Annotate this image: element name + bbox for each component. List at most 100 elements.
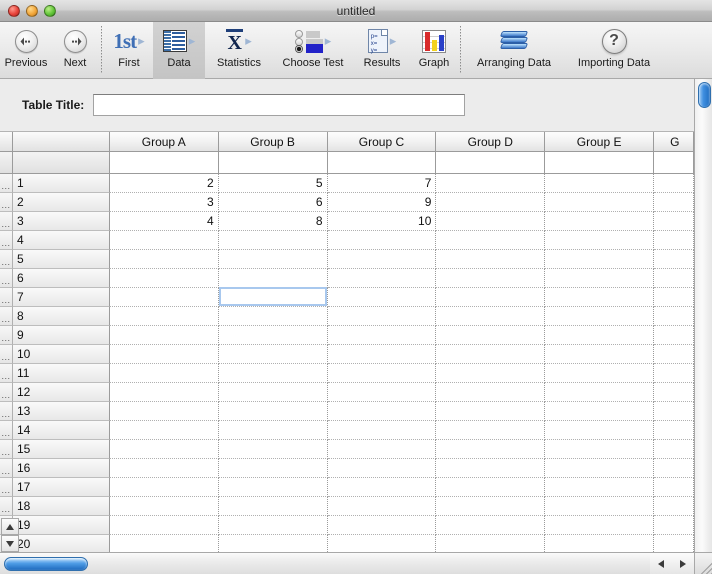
column-header-a[interactable]: Group A xyxy=(110,132,219,152)
cell-r7-cgroup-a[interactable] xyxy=(110,288,219,307)
column-header-d[interactable]: Group D xyxy=(436,132,545,152)
cell-r19-cgroup-e[interactable] xyxy=(545,516,654,535)
table-row[interactable]: ...9 xyxy=(0,326,694,345)
cell-r8-cgroup-a[interactable] xyxy=(110,307,219,326)
row-marker[interactable]: ... xyxy=(0,364,13,383)
row-marker[interactable]: ... xyxy=(0,269,13,288)
cell-r15-cgroup-b[interactable] xyxy=(219,440,328,459)
cell-r9-cg[interactable] xyxy=(654,326,694,345)
table-title-input[interactable] xyxy=(93,94,465,116)
cell-r11-cgroup-b[interactable] xyxy=(219,364,328,383)
cell-r3-cgroup-e[interactable] xyxy=(545,212,654,231)
cell-r8-cgroup-b[interactable] xyxy=(219,307,328,326)
cell-r13-cgroup-c[interactable] xyxy=(328,402,437,421)
cell-r4-cgroup-b[interactable] xyxy=(219,231,328,250)
resize-grip[interactable] xyxy=(694,552,712,574)
cell-r17-cgroup-b[interactable] xyxy=(219,478,328,497)
horizontal-scrollbar-thumb[interactable] xyxy=(4,557,88,571)
cell-r5-cgroup-d[interactable] xyxy=(436,250,545,269)
cell-r1-cg[interactable] xyxy=(654,174,694,193)
toolbar-choose-test-button[interactable]: ▸ Choose Test xyxy=(273,22,353,79)
cell-r19-cgroup-b[interactable] xyxy=(219,516,328,535)
cell-r11-cg[interactable] xyxy=(654,364,694,383)
cell-r8-cg[interactable] xyxy=(654,307,694,326)
row-number[interactable]: 4 xyxy=(13,231,110,250)
cell-r11-cgroup-c[interactable] xyxy=(328,364,437,383)
cell-r14-cgroup-e[interactable] xyxy=(545,421,654,440)
cell-r13-cgroup-e[interactable] xyxy=(545,402,654,421)
table-row[interactable]: ...11 xyxy=(0,364,694,383)
row-marker[interactable]: ... xyxy=(0,383,13,402)
row-marker[interactable]: ... xyxy=(0,345,13,364)
row-number[interactable]: 12 xyxy=(13,383,110,402)
scroll-down-button[interactable] xyxy=(1,535,19,552)
cell-r18-cgroup-e[interactable] xyxy=(545,497,654,516)
toolbar-statistics-button[interactable]: X ▸ Statistics xyxy=(205,22,273,79)
row-number[interactable]: 3 xyxy=(13,212,110,231)
cell-r5-cgroup-c[interactable] xyxy=(328,250,437,269)
cell-r20-cgroup-c[interactable] xyxy=(328,535,437,552)
cell-r16-cgroup-b[interactable] xyxy=(219,459,328,478)
cell-r10-cgroup-e[interactable] xyxy=(545,345,654,364)
cell-r9-cgroup-b[interactable] xyxy=(219,326,328,345)
cell-r17-cg[interactable] xyxy=(654,478,694,497)
cell-r4-cg[interactable] xyxy=(654,231,694,250)
cell-r3-cgroup-c[interactable]: 10 xyxy=(328,212,437,231)
table-row[interactable]: ...13 xyxy=(0,402,694,421)
cell-r15-cgroup-a[interactable] xyxy=(110,440,219,459)
toolbar-graph-button[interactable]: Graph xyxy=(411,22,457,79)
cell-r3-cgroup-d[interactable] xyxy=(436,212,545,231)
cell-r16-cg[interactable] xyxy=(654,459,694,478)
row-marker[interactable]: ... xyxy=(0,421,13,440)
row-number[interactable]: 2 xyxy=(13,193,110,212)
table-row[interactable]: ...20 xyxy=(0,535,694,552)
row-number[interactable]: 10 xyxy=(13,345,110,364)
table-row[interactable]: ...34810 xyxy=(0,212,694,231)
row-marker[interactable]: ... xyxy=(0,193,13,212)
cell-r12-cgroup-d[interactable] xyxy=(436,383,545,402)
cell-r18-cgroup-b[interactable] xyxy=(219,497,328,516)
cell-r10-cgroup-a[interactable] xyxy=(110,345,219,364)
row-number[interactable]: 6 xyxy=(13,269,110,288)
cell-r18-cg[interactable] xyxy=(654,497,694,516)
row-number[interactable]: 18 xyxy=(13,497,110,516)
cell-r7-cgroup-e[interactable] xyxy=(545,288,654,307)
cell-r19-cgroup-c[interactable] xyxy=(328,516,437,535)
data-sheet[interactable]: Group A Group B Group C Group D Group E … xyxy=(0,132,694,552)
cell-r7-cgroup-c[interactable] xyxy=(328,288,437,307)
cell-r20-cgroup-b[interactable] xyxy=(219,535,328,552)
cell-r9-cgroup-e[interactable] xyxy=(545,326,654,345)
table-row[interactable]: ...15 xyxy=(0,440,694,459)
cell-r11-cgroup-a[interactable] xyxy=(110,364,219,383)
cell-r6-cgroup-d[interactable] xyxy=(436,269,545,288)
cell-r11-cgroup-e[interactable] xyxy=(545,364,654,383)
toolbar-importing-data-button[interactable]: ? Importing Data xyxy=(564,22,664,79)
cell-r20-cgroup-e[interactable] xyxy=(545,535,654,552)
cell-r5-cg[interactable] xyxy=(654,250,694,269)
subheader-e[interactable] xyxy=(545,152,654,174)
cell-r16-cgroup-a[interactable] xyxy=(110,459,219,478)
cell-r12-cg[interactable] xyxy=(654,383,694,402)
cell-r9-cgroup-a[interactable] xyxy=(110,326,219,345)
cell-r15-cgroup-d[interactable] xyxy=(436,440,545,459)
cell-r19-cgroup-a[interactable] xyxy=(110,516,219,535)
row-number[interactable]: 8 xyxy=(13,307,110,326)
cell-r4-cgroup-c[interactable] xyxy=(328,231,437,250)
table-row[interactable]: ...7 xyxy=(0,288,694,307)
cell-r4-cgroup-a[interactable] xyxy=(110,231,219,250)
scroll-right-button[interactable] xyxy=(672,553,694,574)
cell-r14-cgroup-d[interactable] xyxy=(436,421,545,440)
table-row[interactable]: ...17 xyxy=(0,478,694,497)
cell-r16-cgroup-e[interactable] xyxy=(545,459,654,478)
cell-r15-cgroup-c[interactable] xyxy=(328,440,437,459)
cell-r6-cgroup-c[interactable] xyxy=(328,269,437,288)
cell-r12-cgroup-c[interactable] xyxy=(328,383,437,402)
row-number[interactable]: 20 xyxy=(13,535,110,552)
row-number[interactable]: 5 xyxy=(13,250,110,269)
subheader-d[interactable] xyxy=(436,152,545,174)
row-marker[interactable]: ... xyxy=(0,174,13,193)
row-marker[interactable]: ... xyxy=(0,307,13,326)
table-row[interactable]: ...2369 xyxy=(0,193,694,212)
cell-r3-cg[interactable] xyxy=(654,212,694,231)
cell-r17-cgroup-c[interactable] xyxy=(328,478,437,497)
